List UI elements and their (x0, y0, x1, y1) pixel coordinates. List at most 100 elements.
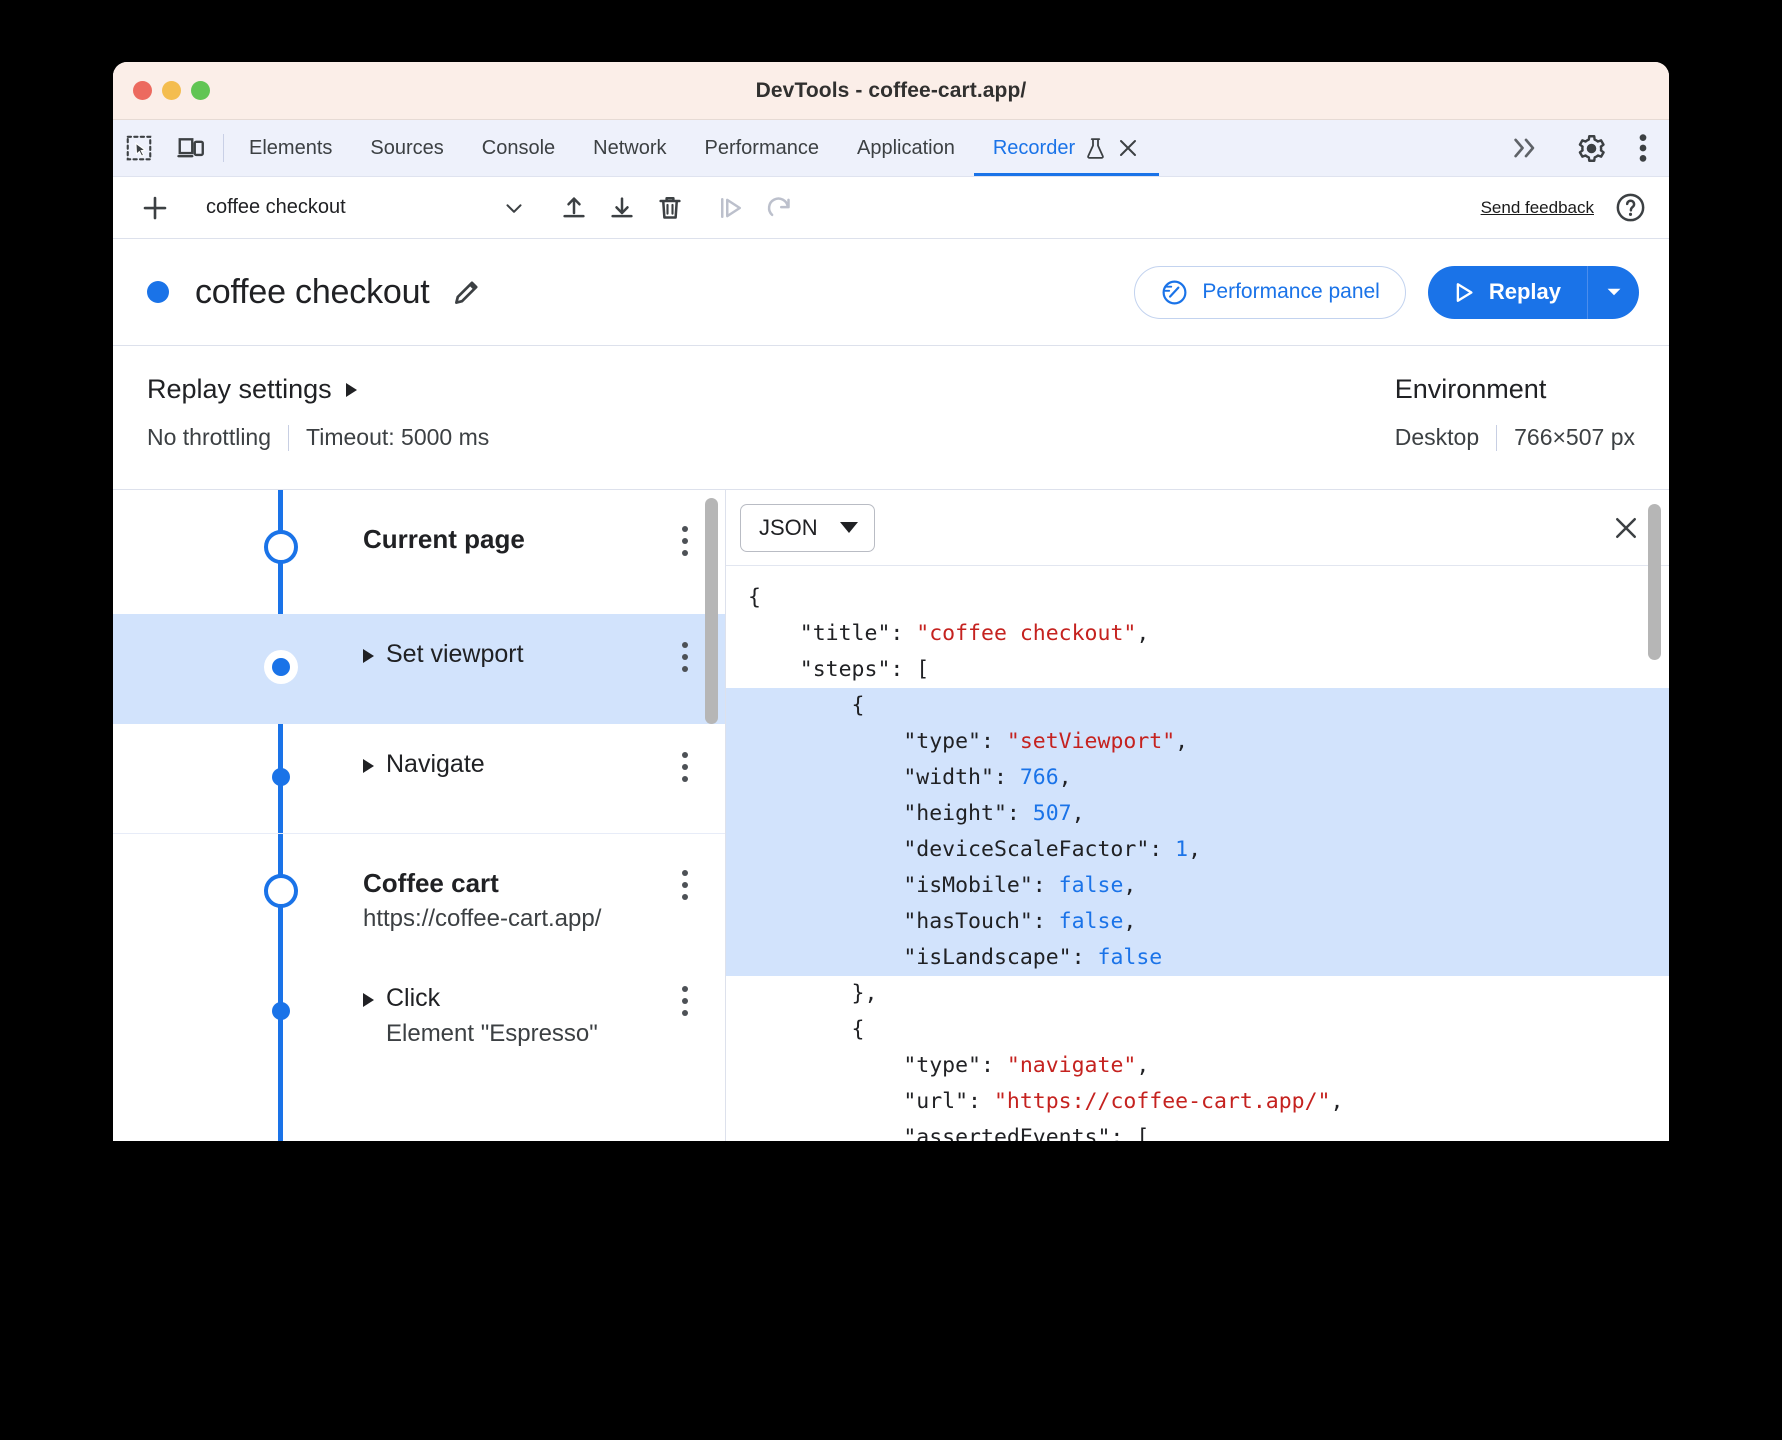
expand-step-icon[interactable] (363, 759, 374, 773)
code-line: "assertedEvents": [ (726, 1120, 1669, 1141)
step-title: Click (386, 984, 598, 1014)
recording-header: coffee checkout Performance panel (113, 239, 1669, 346)
replay-options-button[interactable] (1587, 266, 1639, 319)
window-titlebar: DevTools - coffee-cart.app/ (113, 62, 1669, 120)
code-format-select[interactable]: JSON (740, 504, 875, 552)
environment-column: Environment Desktop 766×507 px (1395, 374, 1635, 489)
recording-status-dot (147, 281, 169, 303)
tab-console[interactable]: Console (463, 120, 574, 176)
replay-recording-button (707, 186, 755, 230)
code-line: "url": "https://coffee-cart.app/", (726, 1084, 1669, 1120)
tab-label: Elements (249, 137, 332, 160)
step-coffee-cart[interactable]: Coffee cart https://coffee-cart.app/ (113, 834, 725, 958)
delete-recording-button[interactable] (646, 186, 694, 230)
tab-elements[interactable]: Elements (230, 120, 351, 176)
chevron-down-icon (840, 522, 858, 533)
code-viewer[interactable]: { "title": "coffee checkout", "steps": [… (726, 566, 1669, 1141)
steps-scrollbar[interactable] (705, 498, 718, 724)
import-recording-button[interactable] (550, 186, 598, 230)
tab-performance[interactable]: Performance (686, 120, 839, 176)
step-subtitle: https://coffee-cart.app/ (363, 905, 601, 933)
code-line: "deviceScaleFactor": 1, (726, 832, 1669, 868)
throttling-value[interactable]: No throttling (147, 424, 271, 451)
pencil-icon[interactable] (450, 275, 484, 309)
steps-list: Current page Set viewport (113, 490, 726, 1141)
step-navigate[interactable]: Navigate (113, 724, 725, 834)
export-recording-button[interactable] (598, 186, 646, 230)
device-value: Desktop (1395, 424, 1479, 451)
more-options-icon[interactable] (1617, 133, 1669, 163)
timeline-node-dot (258, 988, 303, 1033)
viewport-value: 766×507 px (1514, 424, 1635, 451)
step-set-viewport[interactable]: Set viewport (113, 614, 725, 724)
replay-settings-label: Replay settings (147, 374, 332, 405)
more-tabs-icon[interactable] (1500, 135, 1552, 161)
step-menu-button[interactable] (669, 526, 701, 556)
step-current-page[interactable]: Current page (113, 490, 725, 614)
send-feedback-link[interactable]: Send feedback (1481, 198, 1594, 218)
inspect-element-icon[interactable] (113, 120, 165, 176)
tab-recorder[interactable]: Recorder (974, 120, 1159, 176)
close-code-panel-icon[interactable] (1605, 507, 1647, 549)
step-menu-button[interactable] (669, 752, 701, 782)
tab-label: Application (857, 137, 955, 160)
code-line: "type": "navigate", (726, 1048, 1669, 1084)
replay-button[interactable]: Replay (1428, 266, 1587, 319)
tab-label: Sources (370, 137, 443, 160)
timeline-node-dot (258, 754, 303, 799)
create-recording-button[interactable] (131, 186, 179, 230)
step-menu-button[interactable] (669, 870, 701, 900)
help-icon[interactable] (1614, 191, 1647, 224)
recording-header-actions: Performance panel Replay (1134, 266, 1639, 319)
play-icon (1450, 279, 1477, 306)
recording-select[interactable]: coffee checkout (192, 188, 537, 228)
timeout-value[interactable]: Timeout: 5000 ms (306, 424, 489, 451)
tab-label: Performance (705, 137, 820, 160)
tabbar-divider (223, 134, 224, 162)
timeline-node-ring (258, 868, 303, 913)
chevron-down-icon (501, 195, 527, 221)
performance-panel-label: Performance panel (1202, 280, 1379, 304)
replay-settings-values: No throttling Timeout: 5000 ms (147, 424, 489, 451)
code-line: "type": "setViewport", (726, 724, 1669, 760)
step-click[interactable]: Click Element "Espresso" (113, 958, 725, 1068)
experiment-flask-icon (1083, 136, 1108, 161)
recorder-toolbar: coffee checkout (113, 177, 1669, 239)
performance-panel-button[interactable]: Performance panel (1134, 266, 1405, 319)
expand-step-icon[interactable] (363, 649, 374, 663)
step-menu-button[interactable] (669, 642, 701, 672)
code-line: "height": 507, (726, 796, 1669, 832)
recorder-main-split: Current page Set viewport (113, 490, 1669, 1141)
environment-label: Environment (1395, 374, 1547, 405)
code-scrollbar[interactable] (1648, 504, 1661, 660)
replay-settings-column: Replay settings No throttling Timeout: 5… (147, 374, 489, 489)
replay-settings-toggle[interactable]: Replay settings (147, 374, 489, 405)
window-title: DevTools - coffee-cart.app/ (113, 79, 1669, 103)
code-line: "width": 766, (726, 760, 1669, 796)
value-divider (288, 425, 289, 451)
code-panel: JSON { "title": "coffee checkout", "step… (726, 490, 1669, 1141)
tab-label: Recorder (993, 137, 1075, 160)
code-line: "hasTouch": false, (726, 904, 1669, 940)
code-panel-toolbar: JSON (726, 490, 1669, 566)
step-menu-button[interactable] (669, 986, 701, 1016)
step-title: Current page (363, 524, 525, 555)
code-line: "isLandscape": false (726, 940, 1669, 976)
close-recorder-tab-icon[interactable] (1116, 136, 1140, 160)
devtools-window: DevTools - coffee-cart.app/ Elements Sou… (113, 62, 1669, 1141)
tab-network[interactable]: Network (574, 120, 685, 176)
tab-application[interactable]: Application (838, 120, 974, 176)
code-line: "title": "coffee checkout", (726, 616, 1669, 652)
settings-gear-icon[interactable] (1565, 133, 1617, 164)
environment-values: Desktop 766×507 px (1395, 424, 1635, 451)
device-toolbar-icon[interactable] (165, 120, 217, 176)
step-title: Set viewport (386, 640, 524, 670)
tab-label: Console (482, 137, 555, 160)
chevron-right-icon (346, 383, 357, 397)
replay-label: Replay (1489, 279, 1561, 305)
devtools-tabbar: Elements Sources Console Network Perform… (113, 120, 1669, 177)
expand-step-icon[interactable] (363, 993, 374, 1007)
tabbar-right-controls (1500, 120, 1669, 176)
tab-sources[interactable]: Sources (351, 120, 462, 176)
tab-label: Network (593, 137, 666, 160)
